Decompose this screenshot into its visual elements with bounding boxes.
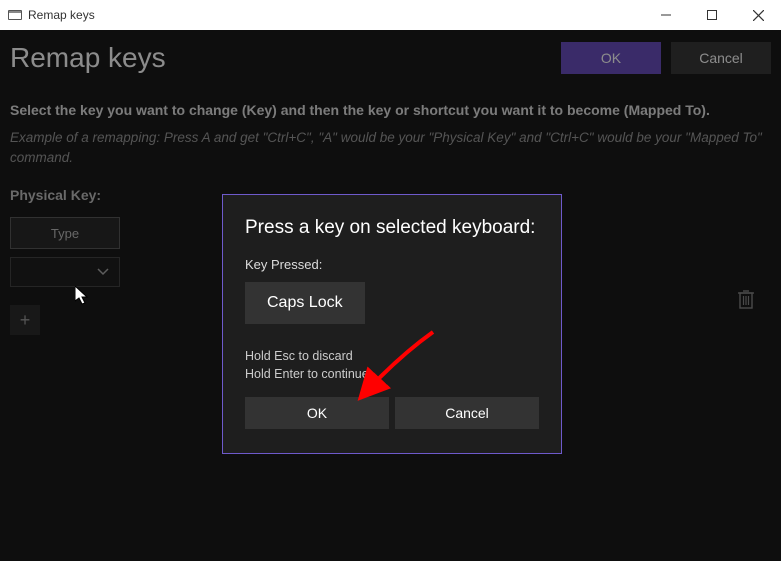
type-button[interactable]: Type: [10, 217, 120, 249]
minimize-button[interactable]: [643, 0, 689, 30]
modal-hint: Hold Esc to discard Hold Enter to contin…: [245, 348, 539, 383]
chevron-down-icon: [97, 268, 109, 276]
example-text: Example of a remapping: Press A and get …: [10, 128, 771, 167]
modal-ok-button[interactable]: OK: [245, 397, 389, 429]
window: Remap keys Remap keys OK Cancel Select t…: [0, 0, 781, 561]
maximize-button[interactable]: [689, 0, 735, 30]
content-area: Remap keys OK Cancel Select the key you …: [0, 30, 781, 561]
header-row: Remap keys OK Cancel: [10, 42, 771, 74]
key-select[interactable]: [10, 257, 120, 287]
key-pressed-value: Caps Lock: [245, 282, 365, 324]
instruction-text: Select the key you want to change (Key) …: [10, 102, 771, 118]
header-ok-button[interactable]: OK: [561, 42, 661, 74]
header-cancel-button[interactable]: Cancel: [671, 42, 771, 74]
close-button[interactable]: [735, 0, 781, 30]
key-press-modal: Press a key on selected keyboard: Key Pr…: [222, 194, 562, 454]
plus-icon: +: [20, 310, 31, 331]
page-title: Remap keys: [10, 42, 561, 74]
window-title: Remap keys: [28, 8, 95, 22]
modal-title: Press a key on selected keyboard:: [245, 217, 539, 239]
modal-button-row: OK Cancel: [245, 397, 539, 429]
trash-icon[interactable]: [737, 288, 757, 312]
add-mapping-button[interactable]: +: [10, 305, 40, 335]
type-button-label: Type: [51, 226, 79, 241]
modal-hint-line1: Hold Esc to discard: [245, 348, 539, 366]
titlebar: Remap keys: [0, 0, 781, 30]
modal-hint-line2: Hold Enter to continue: [245, 366, 539, 384]
cursor-icon: [75, 286, 91, 306]
window-controls: [643, 0, 781, 30]
modal-cancel-button[interactable]: Cancel: [395, 397, 539, 429]
app-icon: [8, 10, 22, 20]
key-pressed-label: Key Pressed:: [245, 257, 539, 272]
